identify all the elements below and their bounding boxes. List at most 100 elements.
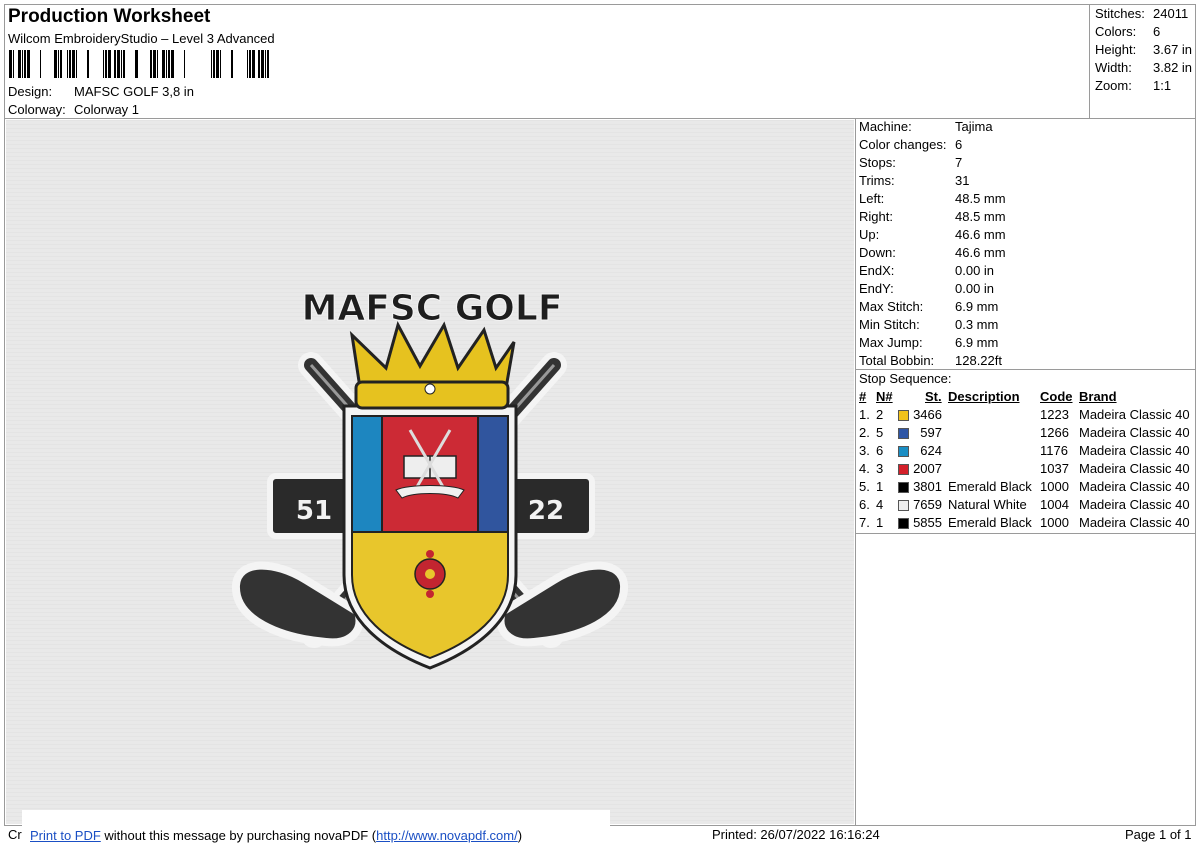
machine-info-value: 46.6 mm bbox=[955, 227, 1006, 242]
summary-row: Colors: 6 bbox=[1095, 23, 1192, 41]
needle-number: 6 bbox=[876, 443, 884, 458]
thread-code: 1037 bbox=[1040, 461, 1069, 476]
machine-info-value: 48.5 mm bbox=[955, 209, 1006, 224]
color-swatch bbox=[898, 464, 909, 475]
machine-info-value: 7 bbox=[955, 155, 963, 170]
page-title: Production Worksheet bbox=[8, 6, 211, 27]
machine-info-row: EndY: 0.00 in bbox=[859, 280, 1006, 298]
page-number: Page 1 of 1 bbox=[1125, 827, 1192, 842]
thread-brand: Madeira Classic 40 bbox=[1079, 443, 1190, 458]
machine-info-row: Max Stitch: 6.9 mm bbox=[859, 298, 1006, 316]
machine-info-row: EndX: 0.00 in bbox=[859, 262, 1006, 280]
design-label: Design: bbox=[8, 84, 53, 99]
row-number: 7. bbox=[859, 515, 870, 530]
shield-blue-right bbox=[477, 415, 509, 533]
machine-info-row: Color changes: 6 bbox=[859, 136, 1006, 154]
stitch-count: 597 bbox=[920, 425, 942, 440]
summary-list: Stitches: 24011 Colors: 6 Height: 3.67 in W… bbox=[1095, 5, 1192, 95]
colorway-value: Colorway 1 bbox=[74, 102, 140, 117]
footer-cut-text: Cr bbox=[8, 827, 22, 842]
summary-label: Height: bbox=[1095, 42, 1137, 57]
novapdf-url-link[interactable]: http://www.novapdf.com/ bbox=[376, 828, 518, 843]
left-number: 51 bbox=[296, 496, 332, 526]
barcode bbox=[9, 50, 269, 78]
row-number: 3. bbox=[859, 443, 870, 458]
machine-info-label: Left: bbox=[859, 191, 885, 206]
needle-number: 4 bbox=[876, 497, 884, 512]
machine-info-row: Total Bobbin: 128.22ft bbox=[859, 352, 1006, 370]
colorway-label: Colorway: bbox=[8, 102, 66, 117]
novapdf-message-text: without this message by purchasing novaP… bbox=[100, 828, 377, 843]
row-number: 4. bbox=[859, 461, 870, 476]
machine-info-label: Max Jump: bbox=[859, 335, 923, 350]
machine-info-label: Down: bbox=[859, 245, 896, 260]
thread-brand: Madeira Classic 40 bbox=[1079, 461, 1190, 476]
needle-number: 1 bbox=[876, 479, 884, 494]
stitch-count: 624 bbox=[920, 443, 942, 458]
col-header-description: Description bbox=[948, 389, 1020, 404]
machine-info-value: 46.6 mm bbox=[955, 245, 1006, 260]
color-swatch bbox=[898, 410, 909, 421]
row-number: 2. bbox=[859, 425, 870, 440]
needle-number: 2 bbox=[876, 407, 884, 422]
machine-info-label: Right: bbox=[859, 209, 893, 224]
embroidery-design: 51 22 MAFSC GOLF bbox=[6, 120, 854, 824]
thread-description: Natural White bbox=[948, 497, 1027, 512]
thread-code: 1000 bbox=[1040, 515, 1069, 530]
machine-info-label: Color changes: bbox=[859, 137, 947, 152]
machine-info-row: Min Stitch: 0.3 mm bbox=[859, 316, 1006, 334]
machine-info-row: Left: 48.5 mm bbox=[859, 190, 1006, 208]
thread-code: 1266 bbox=[1040, 425, 1069, 440]
summary-row: Width: 3.82 in bbox=[1095, 59, 1192, 77]
stitch-count: 5855 bbox=[913, 515, 942, 530]
summary-label: Colors: bbox=[1095, 24, 1137, 39]
machine-info-row: Right: 48.5 mm bbox=[859, 208, 1006, 226]
machine-info-label: Up: bbox=[859, 227, 880, 242]
machine-info-row: Max Jump: 6.9 mm bbox=[859, 334, 1006, 352]
summary-row: Stitches: 24011 bbox=[1095, 5, 1192, 23]
stitch-count: 7659 bbox=[913, 497, 942, 512]
machine-info-value: 6 bbox=[955, 137, 963, 152]
print-to-pdf-link[interactable]: Print to PDF bbox=[30, 828, 101, 843]
machine-info-value: 6.9 mm bbox=[955, 335, 999, 350]
novapdf-text: Print to PDF without this message by pur… bbox=[30, 828, 522, 843]
col-header-code: Code bbox=[1040, 389, 1073, 404]
machine-info-value: 0.00 in bbox=[955, 281, 995, 296]
machine-info-value: 48.5 mm bbox=[955, 191, 1006, 206]
software-name: Wilcom EmbroideryStudio – Level 3 Advanc… bbox=[8, 31, 275, 46]
design-value: MAFSC GOLF 3,8 in bbox=[74, 84, 194, 99]
row-number: 5. bbox=[859, 479, 870, 494]
machine-info-label: EndX: bbox=[859, 263, 895, 278]
thread-code: 1223 bbox=[1040, 407, 1069, 422]
needle-number: 5 bbox=[876, 425, 884, 440]
right-number: 22 bbox=[528, 496, 564, 526]
machine-info-value: Tajima bbox=[955, 119, 993, 134]
shield-blue-left bbox=[351, 415, 383, 533]
machine-info-value: 0.00 in bbox=[955, 263, 995, 278]
needle-number: 3 bbox=[876, 461, 884, 476]
summary-row: Height: 3.67 in bbox=[1095, 41, 1192, 59]
summary-value: 3.67 in bbox=[1153, 42, 1193, 57]
thread-code: 1004 bbox=[1040, 497, 1069, 512]
machine-info-label: Max Stitch: bbox=[859, 299, 924, 314]
stop-sequence-title: Stop Sequence: bbox=[859, 371, 952, 386]
thread-brand: Madeira Classic 40 bbox=[1079, 407, 1190, 422]
machine-info-row: Up: 46.6 mm bbox=[859, 226, 1006, 244]
stitch-count: 3466 bbox=[913, 407, 942, 422]
thread-description: Emerald Black bbox=[948, 479, 1032, 494]
machine-info-value: 6.9 mm bbox=[955, 299, 999, 314]
thread-code: 1000 bbox=[1040, 479, 1069, 494]
machine-info-value: 31 bbox=[955, 173, 970, 188]
color-swatch bbox=[898, 428, 909, 439]
machine-info-row: Down: 46.6 mm bbox=[859, 244, 1006, 262]
color-swatch bbox=[898, 482, 909, 493]
stitch-count: 3801 bbox=[913, 479, 942, 494]
machine-info-label: Trims: bbox=[859, 173, 895, 188]
machine-info-label: Stops: bbox=[859, 155, 896, 170]
printed-timestamp: Printed: 26/07/2022 16:16:24 bbox=[712, 827, 880, 842]
side-empty-frame bbox=[855, 533, 1196, 826]
design-title-text: MAFSC GOLF bbox=[302, 288, 563, 329]
novapdf-message: Print to PDF without this message by pur… bbox=[22, 810, 610, 846]
summary-value: 1:1 bbox=[1153, 78, 1172, 93]
color-swatch bbox=[898, 518, 909, 529]
